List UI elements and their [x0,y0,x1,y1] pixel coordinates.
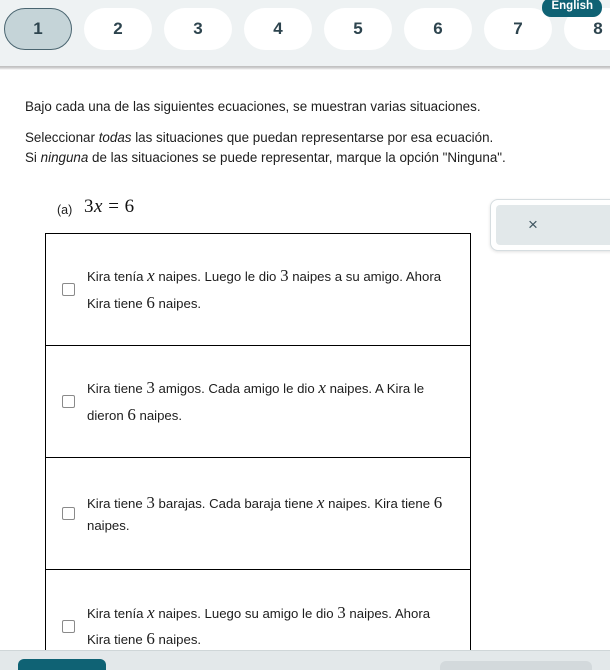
tab-question-7[interactable]: 7 [484,8,552,50]
equation-coefficient: 3 [84,196,94,217]
option-variable: x [147,602,155,622]
equation-equals: = [108,196,120,217]
option-text-fragment: Kira tiene [87,381,147,397]
tab-label: 6 [433,19,443,38]
option-text-fragment: naipes. [154,295,202,311]
tab-label: 7 [513,19,523,38]
option-text-fragment: naipes. Kira tiene [324,496,434,512]
tab-label: 3 [193,19,203,38]
question-label: (a) [57,203,73,217]
option-number: 6 [127,404,136,424]
option-text-fragment: naipes. Luego le dio [154,269,281,285]
option-number: 3 [337,602,346,622]
option-checkbox[interactable] [62,619,75,633]
tab-label: 5 [353,19,363,38]
option-text-fragment: Kira tenía [87,605,148,621]
option-checkbox[interactable] [62,507,75,520]
option-checkbox[interactable] [62,395,75,408]
option-text: Kira tenía x naipes. Luego su amigo le d… [87,600,456,653]
option-number: 3 [146,378,155,398]
tab-question-1[interactable]: 1 [4,8,72,50]
bottom-toolbar [0,650,610,670]
tab-question-6[interactable]: 6 [404,8,472,50]
option-row[interactable]: Kira tiene 3 barajas. Cada baraja tiene … [46,458,470,570]
option-text-fragment: naipes. [154,632,202,647]
instruction-line-1: Bajo cada una de las siguientes ecuacion… [25,99,481,114]
close-icon: × [528,215,538,234]
language-badge[interactable]: English [542,0,602,17]
option-row[interactable]: Kira tenía x naipes. Luego le dio 3 naip… [46,234,470,346]
option-number: 3 [280,266,289,286]
option-number: 3 [146,493,155,513]
tab-label: 1 [33,19,43,38]
tab-question-4[interactable]: 4 [244,8,312,50]
options-table: Kira tenía x naipes. Luego le dio 3 naip… [45,233,471,670]
tab-label: 4 [273,19,283,38]
option-text-fragment: naipes. [135,407,183,423]
instruction-line-3: Si ninguna de las situaciones se puede r… [25,151,585,164]
instructions-block: Bajo cada una de las siguientes ecuacion… [25,100,585,164]
tab-question-3[interactable]: 3 [164,8,232,50]
instruction-line-2-b: las situaciones que puedan representarse… [131,130,494,146]
clear-button-container: × [490,199,610,251]
option-text-fragment: amigos. Cada amigo le dio [154,381,319,397]
instruction-emphasis-todas: todas [98,130,132,146]
option-variable: x [318,378,326,398]
option-row[interactable]: Kira tiene 3 amigos. Cada amigo le dio x… [46,346,470,458]
quiz-page: 1 2 3 4 5 6 7 8 English Bajo cada una de las si… [0,0,610,670]
header-divider [0,66,610,70]
option-text-fragment: Kira tenía [87,269,148,285]
option-text-fragment: barajas. Cada baraja tiene [154,496,317,512]
tab-label: 2 [113,19,123,38]
clear-button[interactable]: × [496,205,610,245]
instruction-spacer [25,113,585,131]
instruction-line-2: Seleccionar todas las situaciones que pu… [25,131,585,144]
equation-result: 6 [124,196,135,217]
question-tabstrip[interactable]: 1 2 3 4 5 6 7 8 [4,8,610,50]
question-equation: 3x = 6 [84,196,135,218]
header: 1 2 3 4 5 6 7 8 English [0,0,610,66]
tab-question-2[interactable]: 2 [84,8,152,50]
option-text-fragment: Kira tiene [87,496,147,512]
option-checkbox[interactable] [62,283,75,296]
instruction-emphasis-ninguna: ninguna [40,149,89,165]
option-number: 6 [146,629,155,648]
tab-question-5[interactable]: 5 [324,8,392,50]
option-text: Kira tiene 3 barajas. Cada baraja tiene … [87,490,456,537]
option-number: 6 [433,493,443,513]
option-text-fragment: naipes. Luego su amigo le dio [154,605,338,621]
option-variable: x [147,266,155,286]
secondary-action-button[interactable] [440,661,592,670]
option-text: Kira tiene 3 amigos. Cada amigo le dio x… [87,375,456,428]
instruction-line-3-b: de las situaciones se puede representar,… [88,149,506,165]
instruction-line-2-a: Seleccionar [25,130,99,146]
equation-variable: x [94,196,103,217]
option-number: 6 [146,292,155,312]
option-text-fragment: naipes. [87,518,130,534]
instruction-line-3-a: Si [25,149,41,165]
tab-label: 8 [593,19,603,38]
submit-button[interactable] [18,659,106,670]
option-text: Kira tenía x naipes. Luego le dio 3 naip… [87,263,456,316]
